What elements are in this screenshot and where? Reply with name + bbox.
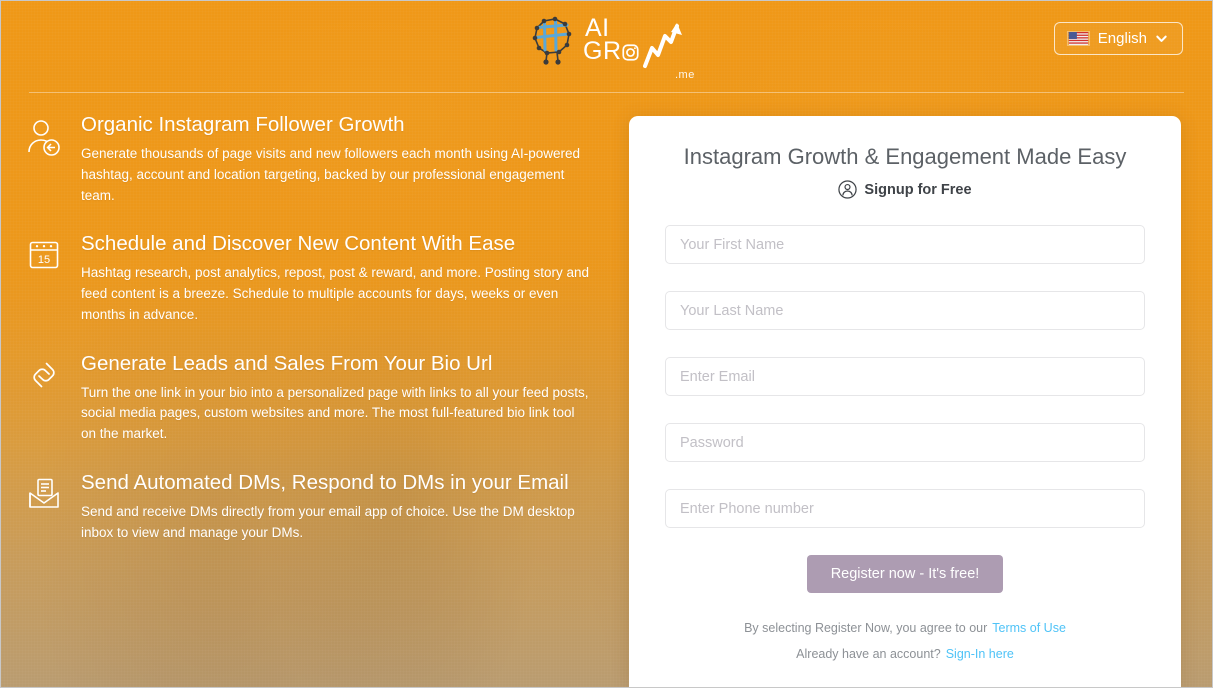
feature-title: Organic Instagram Follower Growth [81, 113, 405, 136]
feature-description: Generate thousands of page visits and ne… [81, 145, 581, 203]
signup-page: AI GR .me English Organic Instagram Foll… [0, 0, 1213, 688]
calendar-icon: 15 [29, 242, 59, 269]
logo-line-2: GR .me [583, 23, 694, 81]
feature-text: Generate Leads and Sales From Your Bio U… [81, 350, 605, 445]
open-envelope-icon [29, 479, 59, 509]
growth-arrow-icon [643, 23, 682, 68]
feature-text: Schedule and Discover New Content With E… [81, 230, 605, 325]
account-text: Already have an account? [796, 647, 941, 661]
logo-wordmark: AI GR .me [583, 16, 694, 81]
chevron-down-icon [1156, 35, 1167, 42]
terms-text: By selecting Register Now, you agree to … [744, 621, 988, 635]
last-name-input[interactable] [665, 291, 1145, 330]
language-selector[interactable]: English [1053, 22, 1183, 55]
feature-icon-wrap: 15 [25, 230, 63, 325]
feature-description: Turn the one link in your bio into a per… [81, 384, 589, 442]
email-input[interactable] [665, 357, 1145, 396]
password-input[interactable] [665, 423, 1145, 462]
first-name-input[interactable] [665, 225, 1145, 264]
logo-tld: .me [675, 69, 695, 81]
phone-input[interactable] [665, 489, 1145, 528]
terms-of-use-link[interactable]: Terms of Use [992, 621, 1066, 635]
sign-in-link[interactable]: Sign-In here [946, 647, 1014, 661]
signin-notice: Already have an account? Sign-In here [665, 647, 1145, 661]
feature-list: Organic Instagram Follower Growth Genera… [25, 111, 605, 568]
user-follower-icon [28, 120, 60, 156]
register-button[interactable]: Register now - It's free! [806, 555, 1004, 593]
feature-icon-wrap [25, 111, 63, 206]
feature-icon-wrap [25, 350, 63, 445]
feature-item-automated-dms: Send Automated DMs, Respond to DMs in yo… [25, 469, 605, 544]
logo-gr-text: GR [583, 37, 622, 65]
header-divider [29, 92, 1184, 93]
brain-network-icon [532, 16, 572, 65]
terms-notice: By selecting Register Now, you agree to … [665, 621, 1145, 635]
feature-title: Send Automated DMs, Respond to DMs in yo… [81, 471, 569, 495]
site-logo[interactable]: AI GR .me [529, 14, 694, 81]
feature-item-schedule-content: 15 Schedule and Discover New Content Wit… [25, 230, 605, 325]
language-label: English [1097, 30, 1147, 47]
signup-card: Instagram Growth & Engagement Made Easy … [629, 116, 1181, 687]
feature-description: Hashtag research, post analytics, repost… [81, 265, 590, 322]
feature-title: Generate Leads and Sales From Your Bio U… [81, 351, 493, 375]
user-circle-icon [838, 180, 858, 199]
feature-description: Send and receive DMs directly from your … [81, 503, 575, 540]
page-header: AI GR .me English [1, 1, 1212, 93]
register-button-wrap: Register now - It's free! [665, 555, 1145, 593]
calendar-day-number: 15 [38, 254, 50, 266]
us-flag-icon [1066, 31, 1090, 46]
feature-icon-wrap [25, 469, 63, 544]
signup-subtitle: Signup for Free [864, 181, 972, 198]
feature-item-bio-url: Generate Leads and Sales From Your Bio U… [25, 350, 605, 445]
feature-text: Send Automated DMs, Respond to DMs in yo… [81, 469, 605, 544]
feature-title: Schedule and Discover New Content With E… [81, 232, 516, 256]
instagram-icon [621, 44, 639, 61]
feature-text: Organic Instagram Follower Growth Genera… [81, 111, 605, 206]
link-chain-icon [33, 362, 55, 388]
signup-title: Instagram Growth & Engagement Made Easy [683, 144, 1127, 169]
feature-item-follower-growth: Organic Instagram Follower Growth Genera… [25, 111, 605, 206]
signup-subtitle-row: Signup for Free [665, 180, 1145, 199]
